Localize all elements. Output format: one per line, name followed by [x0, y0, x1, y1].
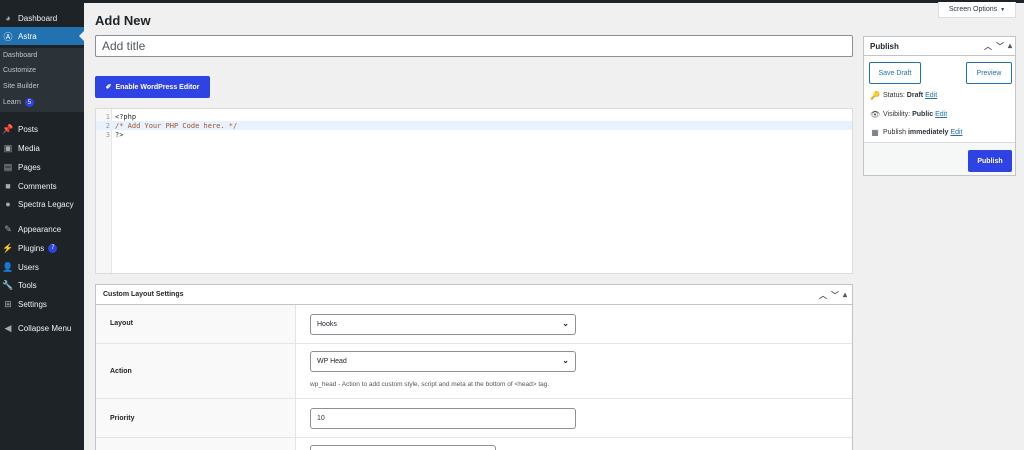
sidebar-item-pages[interactable]: ▤ Pages: [0, 158, 84, 176]
media-icon: ▣: [3, 142, 13, 153]
layout-select[interactable]: Hooks ⌄: [310, 314, 576, 335]
publish-button[interactable]: Publish: [968, 150, 1012, 172]
layout-label: Layout: [110, 320, 133, 327]
dashboard-icon: ◕: [5, 13, 11, 23]
user-icon: 👤: [2, 261, 14, 272]
toggle-panel-icon[interactable]: ▴: [843, 290, 847, 301]
priority-input[interactable]: 10: [310, 408, 576, 429]
comment-icon: ■: [5, 181, 11, 191]
sidebar-item-settings[interactable]: ⊞ Settings: [0, 295, 84, 313]
brush-icon: ✎: [4, 223, 12, 234]
custom-layout-settings-header: Custom Layout Settings ︿ ﹀ ▴: [96, 285, 852, 305]
key-icon: 🔑: [870, 91, 880, 100]
publish-box: Publish ︿ ﹀ ▴ Save Draft Preview 🔑 Statu…: [863, 36, 1016, 176]
wrench-icon: 🔧: [2, 279, 14, 290]
action-label: Action: [110, 368, 132, 375]
submenu-item-learn[interactable]: Learn 5: [3, 98, 34, 107]
move-down-icon[interactable]: ﹀: [831, 290, 839, 301]
publish-box-header: Publish ︿ ﹀ ▴: [864, 37, 1015, 56]
row-divider: [96, 398, 852, 399]
edit-visibility-link[interactable]: Edit: [935, 111, 947, 118]
page-title: Add New: [95, 13, 151, 28]
plug-icon: ⚡: [2, 242, 14, 253]
enable-wordpress-editor-button[interactable]: ✐ Enable WordPress Editor: [95, 76, 210, 98]
edit-status-link[interactable]: Edit: [925, 92, 937, 99]
calendar-icon: ▦: [871, 128, 879, 137]
pencil-icon: ✐: [105, 84, 112, 91]
sidebar-item-users[interactable]: 👤 Users: [0, 258, 84, 276]
submenu-item-site-builder[interactable]: Site Builder: [3, 83, 39, 90]
move-down-icon[interactable]: ﹀: [996, 41, 1004, 52]
collapse-icon: ◀: [4, 322, 12, 333]
code-line: 1 <?php: [105, 112, 137, 121]
next-setting-input[interactable]: [310, 445, 496, 450]
collapse-menu-button[interactable]: ◀ Collapse Menu: [0, 319, 84, 337]
edit-schedule-link[interactable]: Edit: [950, 129, 962, 136]
submenu-item-customize[interactable]: Customize: [3, 67, 36, 74]
plugins-count-badge: 7: [48, 243, 58, 253]
custom-layout-settings-box: Custom Layout Settings ︿ ﹀ ▴ Layout Hook…: [95, 284, 853, 450]
sidebar-item-spectra-legacy[interactable]: ● Spectra Legacy: [0, 195, 84, 213]
submenu-item-dashboard[interactable]: Dashboard: [3, 52, 37, 59]
row-divider: [96, 437, 852, 438]
schedule-row: ▦ Publish immediately Edit: [871, 128, 963, 137]
action-select[interactable]: WP Head ⌄: [310, 351, 576, 372]
learn-count-badge: 5: [24, 98, 34, 107]
admin-top-bar: [0, 0, 1024, 3]
priority-label: Priority: [110, 415, 135, 422]
save-draft-button[interactable]: Save Draft: [869, 62, 921, 84]
pin-icon: 📌: [2, 123, 14, 134]
settings-icon: ⊞: [4, 298, 12, 309]
sidebar-item-dashboard[interactable]: ◕ Dashboard: [0, 9, 84, 27]
sidebar-item-plugins[interactable]: ⚡ Plugins 7: [0, 239, 84, 257]
sidebar-item-appearance[interactable]: ✎ Appearance: [0, 220, 84, 238]
caret-down-icon: ▼: [1000, 6, 1006, 13]
astra-icon: Ⓐ: [3, 31, 13, 42]
row-divider: [96, 343, 852, 344]
chevron-down-icon: ⌄: [562, 356, 569, 365]
pages-icon: ▤: [3, 161, 13, 172]
title-input[interactable]: [95, 35, 853, 57]
sidebar-item-astra[interactable]: Ⓐ Astra: [0, 27, 84, 45]
action-description: wp_head - Action to add custom style, sc…: [310, 381, 550, 388]
toggle-panel-icon[interactable]: ▴: [1008, 41, 1012, 52]
code-line-active: 2/* Add Your PHP Code here. */: [96, 121, 852, 130]
preview-button[interactable]: Preview: [966, 62, 1012, 84]
status-row: 🔑 Status: Draft Edit: [870, 91, 938, 100]
spectra-icon: ●: [5, 199, 11, 209]
screen-options-button[interactable]: Screen Options ▼: [938, 2, 1016, 18]
sidebar-item-posts[interactable]: 📌 Posts: [0, 120, 84, 138]
code-line: 3 ?>: [105, 130, 124, 139]
code-editor[interactable]: 1 <?php 2/* Add Your PHP Code here. */ 3?…: [95, 108, 853, 274]
sidebar-item-media[interactable]: ▣ Media: [0, 139, 84, 157]
astra-submenu: Dashboard Customize Site Builder Learn 5: [0, 48, 84, 112]
sidebar-item-comments[interactable]: ■ Comments: [0, 177, 84, 195]
visibility-row: 👁 Visibility: Public Edit: [870, 110, 948, 119]
eye-icon: 👁: [870, 110, 881, 119]
chevron-down-icon: ⌄: [562, 319, 569, 328]
admin-sidebar: ◕ Dashboard Ⓐ Astra Dashboard Customize Si…: [0, 0, 84, 450]
move-up-icon[interactable]: ︿: [819, 290, 827, 301]
publish-box-footer: Publish: [864, 142, 1015, 175]
sidebar-item-tools[interactable]: 🔧 Tools: [0, 276, 84, 294]
move-up-icon[interactable]: ︿: [984, 41, 992, 52]
